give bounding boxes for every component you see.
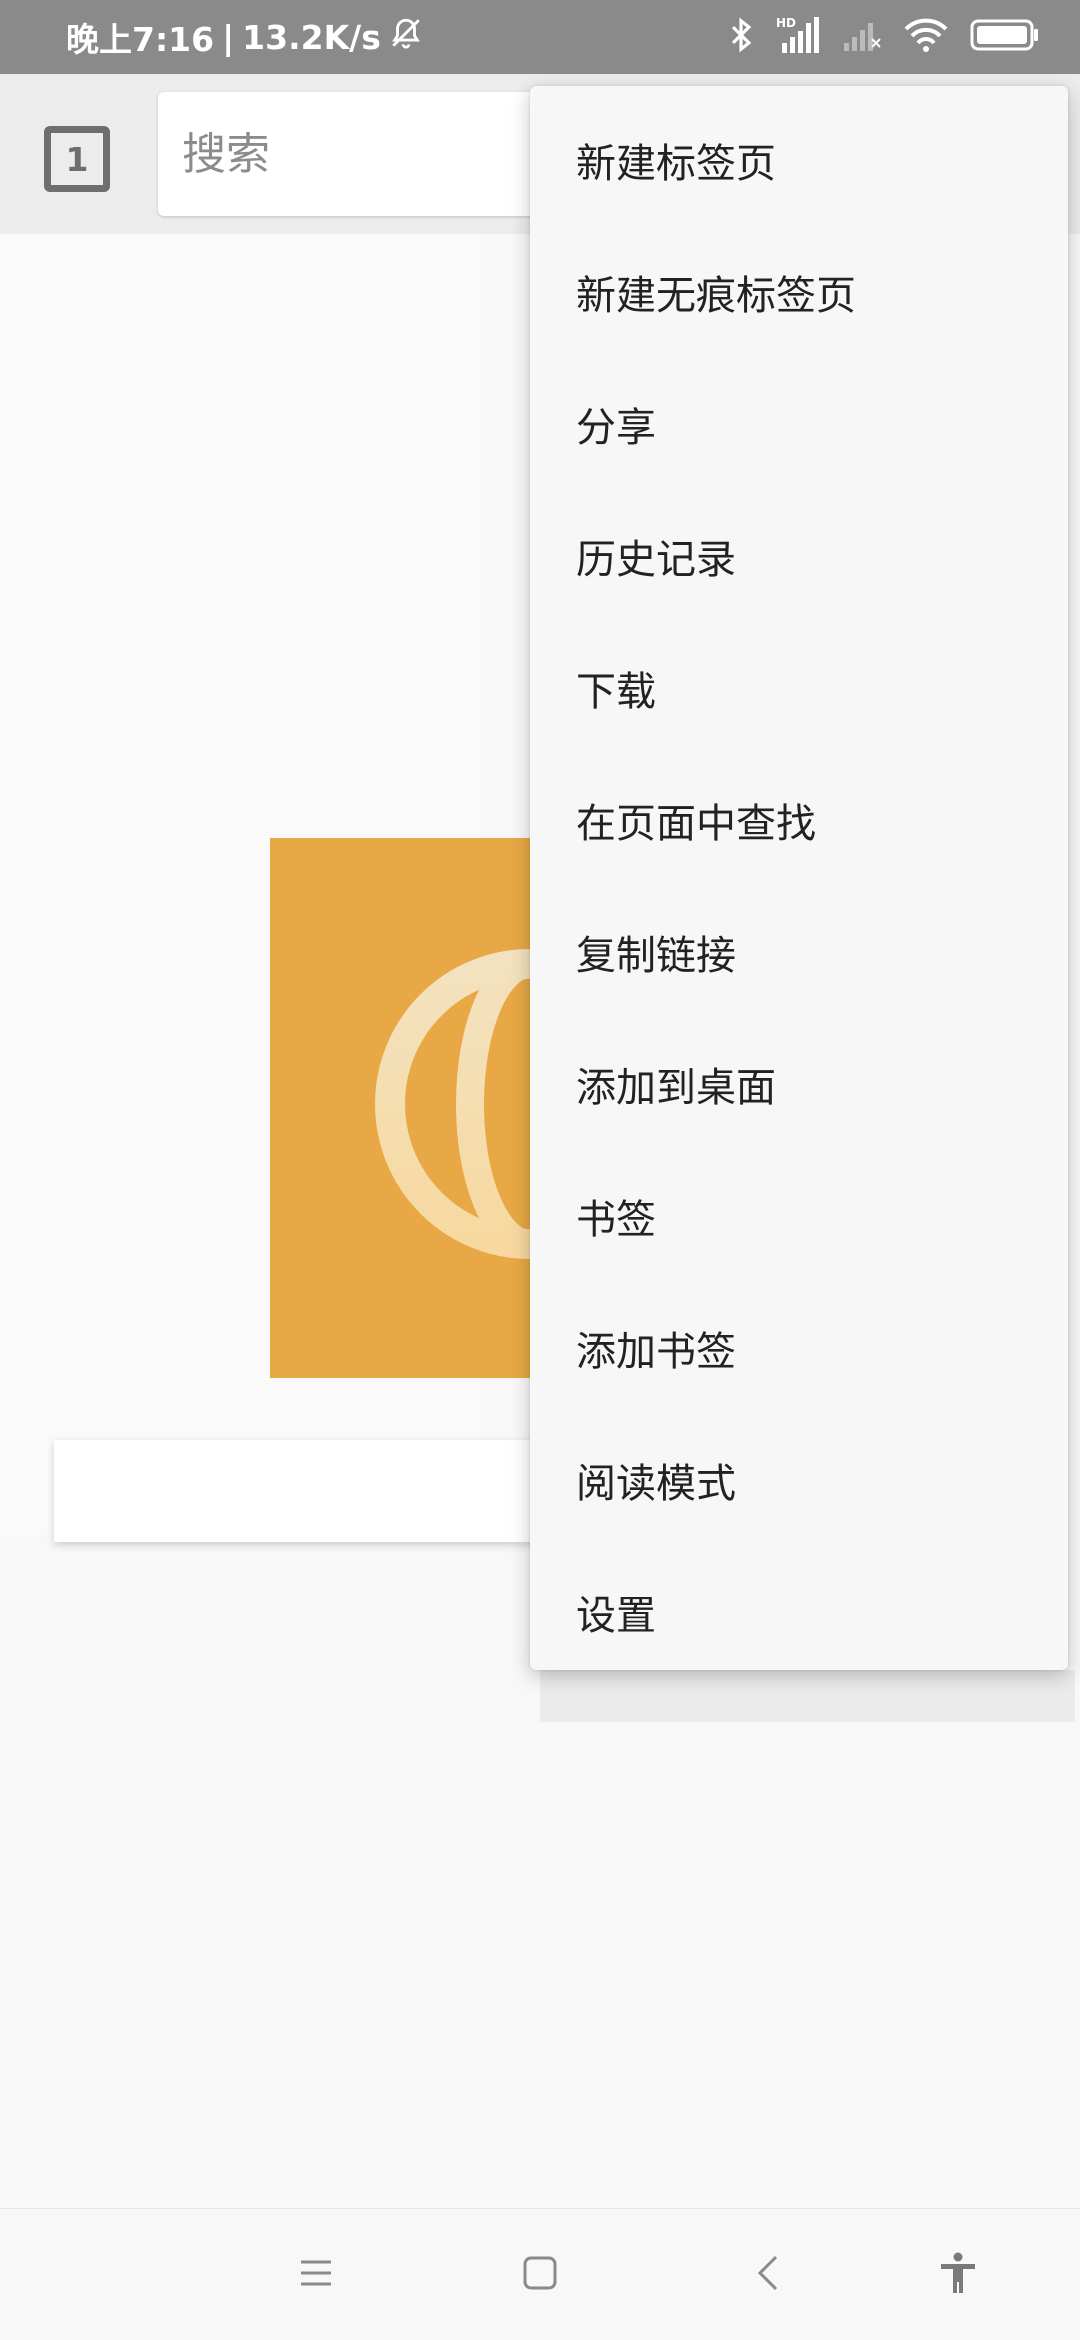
menu-item-label: 分享 — [576, 405, 656, 451]
menu-item-label: 书签 — [576, 1197, 656, 1243]
overflow-menu: 新建标签页 新建无痕标签页 分享 历史记录 下载 在页面中查找 复制链接 添加到… — [530, 86, 1068, 1670]
menu-item-label: 复制链接 — [576, 933, 736, 979]
menu-item-copy-link[interactable]: 复制链接 — [530, 886, 1068, 1018]
back-icon — [756, 2255, 780, 2295]
bluetooth-icon — [728, 16, 754, 58]
menu-item-label: 下载 — [576, 669, 656, 715]
hd-signal-icon: HD — [776, 15, 820, 59]
menu-item-label: 添加到桌面 — [576, 1065, 776, 1111]
menu-item-reader-mode[interactable]: 阅读模式 — [530, 1414, 1068, 1546]
menu-item-label: 新建无痕标签页 — [576, 273, 856, 319]
battery-icon — [970, 18, 1040, 56]
status-time: 晚上7:16 — [66, 20, 215, 59]
status-separator: | — [222, 17, 235, 57]
menu-item-add-to-home[interactable]: 添加到桌面 — [530, 1018, 1068, 1150]
menu-item-label: 设置 — [576, 1593, 656, 1639]
menu-item-new-incognito-tab[interactable]: 新建无痕标签页 — [530, 226, 1068, 358]
wifi-icon — [904, 17, 948, 57]
status-left: 晚上7:16 | 13.2K/s — [66, 0, 423, 74]
menu-item-share[interactable]: 分享 — [530, 358, 1068, 490]
menu-item-history[interactable]: 历史记录 — [530, 490, 1068, 622]
tab-counter-button[interactable]: 1 — [44, 126, 110, 192]
network-speed: 13.2K/s — [242, 17, 381, 57]
tab-count: 1 — [65, 139, 89, 179]
menu-icon — [299, 2258, 333, 2292]
menu-item-bookmarks[interactable]: 书签 — [530, 1150, 1068, 1282]
accessibility-icon — [939, 2252, 977, 2298]
menu-item-label: 添加书签 — [576, 1329, 736, 1375]
system-nav-bar — [0, 2208, 1080, 2340]
menu-item-label: 在页面中查找 — [576, 801, 816, 847]
browser-screen: 晚上7:16 | 13.2K/s HD 1 搜索 新建标签页 新建无痕标签页 分… — [0, 0, 1080, 2340]
status-right: HD — [728, 0, 1040, 74]
bell-off-icon — [389, 16, 423, 58]
menu-item-label: 历史记录 — [576, 537, 736, 583]
menu-item-settings[interactable]: 设置 — [530, 1546, 1068, 1678]
menu-item-find-in-page[interactable]: 在页面中查找 — [530, 754, 1068, 886]
home-icon — [523, 2256, 557, 2294]
nav-menu-button[interactable] — [266, 2209, 366, 2340]
status-bar: 晚上7:16 | 13.2K/s HD — [0, 0, 1080, 74]
nav-back-button[interactable] — [718, 2209, 818, 2340]
menu-item-new-tab[interactable]: 新建标签页 — [530, 94, 1068, 226]
svg-text:HD: HD — [776, 16, 796, 30]
menu-item-label: 阅读模式 — [576, 1461, 736, 1507]
menu-item-label: 新建标签页 — [576, 141, 776, 187]
nav-accessibility-button[interactable] — [908, 2209, 1008, 2340]
menu-item-add-bookmark[interactable]: 添加书签 — [530, 1282, 1068, 1414]
signal-icon — [842, 17, 882, 57]
nav-home-button[interactable] — [490, 2209, 590, 2340]
menu-item-downloads[interactable]: 下载 — [530, 622, 1068, 754]
